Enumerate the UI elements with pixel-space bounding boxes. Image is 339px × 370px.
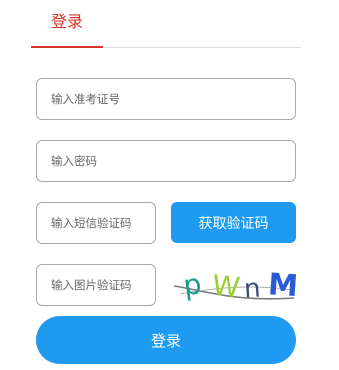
captcha-char: W xyxy=(211,269,242,305)
image-code-input[interactable] xyxy=(37,265,155,305)
tab-login-label: 登录 xyxy=(50,12,83,31)
exam-id-input[interactable] xyxy=(37,79,295,119)
login-page: 登录 获取验证码 p W n M 登录 xyxy=(0,0,339,370)
login-button[interactable]: 登录 xyxy=(36,316,296,364)
tab-bar: 登录 xyxy=(31,0,301,48)
captcha-char: M xyxy=(267,267,296,304)
tab-active-underline xyxy=(31,46,103,48)
sms-code-field-box xyxy=(36,202,156,244)
image-code-field-box xyxy=(36,264,156,306)
captcha-char: p xyxy=(181,267,203,302)
get-sms-code-button[interactable]: 获取验证码 xyxy=(171,202,296,243)
captcha-image[interactable]: p W n M xyxy=(172,264,296,306)
password-input[interactable] xyxy=(37,141,295,181)
exam-id-field-box xyxy=(36,78,296,120)
captcha-char: n xyxy=(243,274,262,305)
password-field-box xyxy=(36,140,296,182)
tab-login[interactable]: 登录 xyxy=(31,0,103,48)
sms-code-input[interactable] xyxy=(37,203,155,243)
